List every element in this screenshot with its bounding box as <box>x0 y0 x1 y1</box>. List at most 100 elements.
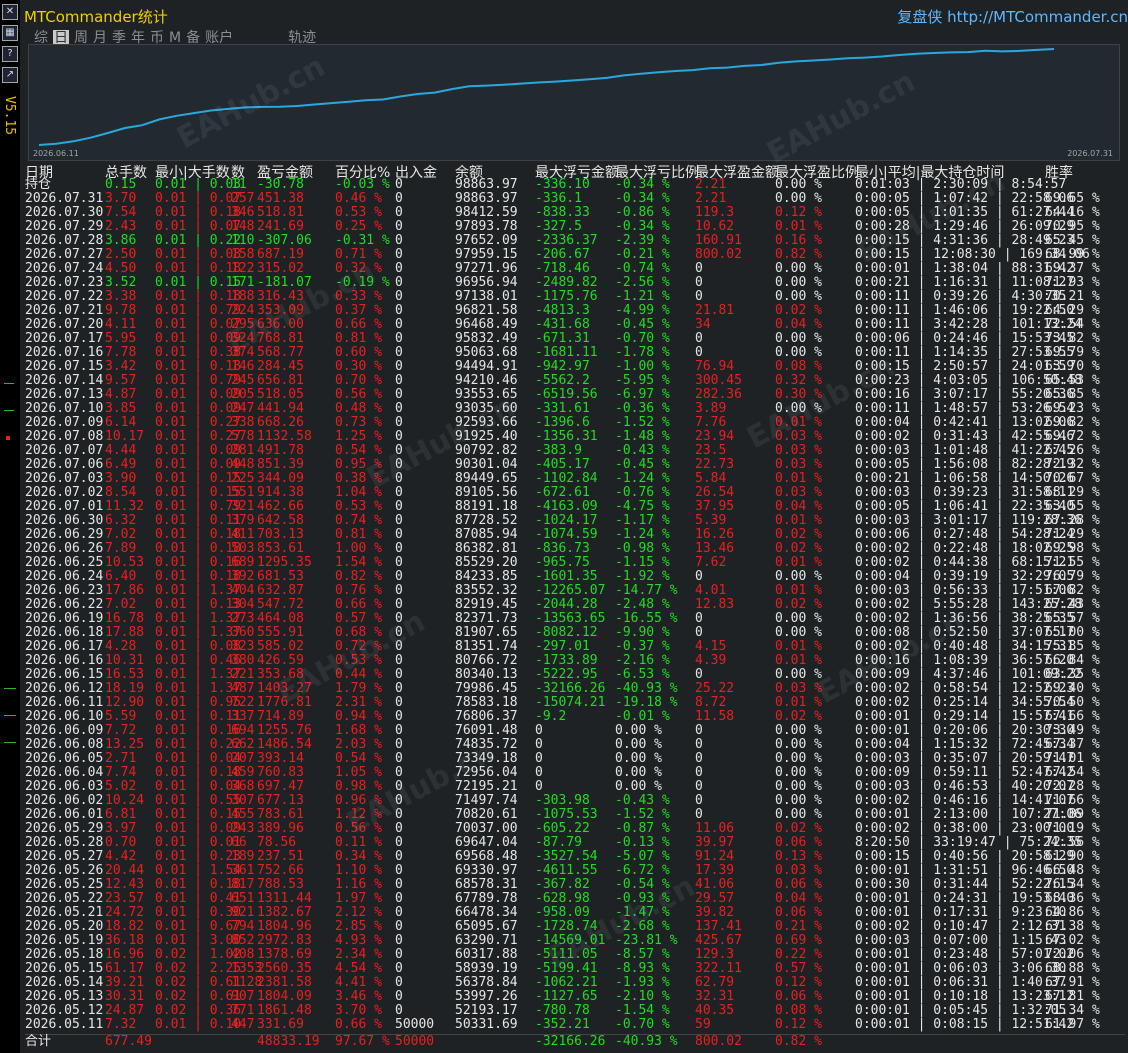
table-cell: 0.01 % <box>775 653 822 668</box>
table-cell: 0.01 | 0.07 <box>155 219 242 234</box>
table-cell: 0 <box>395 457 403 472</box>
table-cell: 1295.35 <box>257 555 312 570</box>
table-cell: 0 <box>395 401 403 416</box>
table-cell: 0.57 % <box>335 611 382 626</box>
table-cell: 1311.44 <box>257 891 312 906</box>
table-cell: 2972.83 <box>257 933 312 948</box>
table-row: 2026.07.03 3.90 0.01 | 0.15 225 344.09 0.38 %… <box>25 472 1125 486</box>
table-cell: 2026.05.27 <box>25 849 104 864</box>
table-cell: 0:00:21 | 1:16:31 | 11:08:27 <box>855 275 1075 290</box>
table-cell: 68.88 % <box>1045 961 1100 976</box>
table-cell: 95832.49 <box>455 331 518 346</box>
table-cell: -1396.6 <box>535 415 590 430</box>
table-cell: 0.00 % <box>775 331 822 346</box>
left-toolbar: ✕ ▦ ? ↗ V5.15 <box>0 0 20 1053</box>
table-cell: -0.98 % <box>615 541 670 556</box>
table-cell: 2026.06.24 <box>25 569 104 584</box>
table-cell: 2026.06.10 <box>25 709 104 724</box>
side-mark <box>4 688 16 689</box>
table-cell: 16.53 <box>105 667 145 682</box>
chart-icon[interactable]: ↗ <box>2 67 18 83</box>
table-cell: 0.71 % <box>335 247 382 262</box>
table-cell: -0.13 % <box>615 835 670 850</box>
table-cell: -0.54 % <box>615 877 670 892</box>
table-cell: 76.34 % <box>1045 877 1100 892</box>
table-cell: 11.06 <box>695 821 735 836</box>
table-cell: 0.01 | 0.18 <box>155 877 242 892</box>
table-cell: 84233.85 <box>455 569 518 584</box>
table-cell: 2026.06.25 <box>25 555 104 570</box>
table-cell: 2026.06.08 <box>25 737 104 752</box>
table-cell: -671.31 <box>535 331 590 346</box>
table-cell: -2044.28 <box>535 597 598 612</box>
table-cell: 0.02 % <box>775 527 822 542</box>
equity-series-line <box>38 48 1055 146</box>
table-cell: 67.28 % <box>1045 513 1100 528</box>
table-cell: 23.57 <box>105 891 145 906</box>
table-row: 2026.07.02 8.54 0.01 | 0.15 551 914.38 1.04 %… <box>25 486 1125 500</box>
side-mark <box>4 715 16 716</box>
table-cell: -14569.01 <box>535 933 606 948</box>
table-cell: 0 <box>395 793 403 808</box>
grid-icon[interactable]: ▦ <box>2 25 18 41</box>
table-cell: 8.72 <box>695 695 727 710</box>
table-cell: -405.17 <box>535 457 590 472</box>
table-cell: 97.67 % <box>335 1034 390 1049</box>
table-row: 2026.07.22 3.38 0.01 | 0.18 188 316.43 0.33 %… <box>25 290 1125 304</box>
table-cell: 315.02 <box>257 261 304 276</box>
table-cell: 1382.67 <box>257 905 312 920</box>
table-cell: 393.14 <box>257 751 304 766</box>
table-cell: -9.2 <box>535 709 567 724</box>
table-cell: 40.35 <box>695 1003 735 1018</box>
table-cell: 0.01 % <box>775 219 822 234</box>
table-cell: 2026.06.03 <box>25 779 104 794</box>
table-row: 2026.06.19 16.78 0.01 | 1.37 273 464.08 0.57 … <box>25 612 1125 626</box>
table-cell: 0 <box>395 205 403 220</box>
table-cell: 71.19 % <box>1045 821 1100 836</box>
close-icon[interactable]: ✕ <box>2 4 18 20</box>
table-row: 2026.07.21 9.78 0.01 | 0.79 224 353.09 0.37 %… <box>25 304 1125 318</box>
table-cell: 73.82 % <box>1045 331 1100 346</box>
table-cell: 2026.05.12 <box>25 1003 104 1018</box>
table-cell: -0.43 % <box>615 793 670 808</box>
table-row: 2026.07.01 11.32 0.01 | 0.79 321 462.66 0.53 … <box>25 500 1125 514</box>
table-cell: -1024.17 <box>535 513 598 528</box>
table-cell: 0.01 | 0.22 <box>155 233 242 248</box>
table-cell: 0.32 % <box>775 373 822 388</box>
table-cell: -8.57 % <box>615 947 670 962</box>
table-cell: -4.99 % <box>615 303 670 318</box>
table-cell: -336.10 <box>535 177 590 192</box>
table-cell: 404 <box>231 583 255 598</box>
table-cell: -0.70 % <box>615 331 670 346</box>
table-cell: 0 <box>395 947 403 962</box>
table-cell: 0.32 % <box>335 261 382 276</box>
table-cell: 0:00:01 | 0:29:14 | 15:57:41 <box>855 709 1075 724</box>
table-cell: -1062.21 <box>535 975 598 990</box>
table-cell: -1728.74 <box>535 919 598 934</box>
table-cell: -2.39 % <box>615 233 670 248</box>
table-cell: 0:00:02 | 1:36:56 | 38:25:35 <box>855 611 1075 626</box>
help-icon[interactable]: ? <box>2 46 18 62</box>
table-cell: 0:00:01 | 0:17:31 | 9:23:10 <box>855 905 1067 920</box>
table-cell: 0.66 % <box>335 317 382 332</box>
table-cell: 32.31 <box>695 989 735 1004</box>
table-cell: 632.87 <box>257 583 304 598</box>
table-cell: -605.22 <box>535 821 590 836</box>
table-cell: 72.28 % <box>1045 779 1100 794</box>
table-cell: 0 <box>395 345 403 360</box>
table-cell: 0:00:03 | 0:35:07 | 20:59:47 <box>855 751 1075 766</box>
table-row: 2026.06.24 6.40 0.01 | 0.18 392 681.53 0.82 %… <box>25 570 1125 584</box>
table-cell: 0 <box>395 989 403 1004</box>
table-cell: 96468.49 <box>455 317 518 332</box>
table-row: 2026.07.30 7.54 0.01 | 0.18 346 518.81 0.53 %… <box>25 206 1125 220</box>
table-cell: 0:00:02 | 0:46:16 | 14:41:07 <box>855 793 1075 808</box>
table-cell: -8082.12 <box>535 625 598 640</box>
table-cell: 65.00 % <box>1045 625 1100 640</box>
site-link[interactable]: 复盘侠 http://MTCommander.cn <box>897 6 1128 27</box>
table-cell: 547.72 <box>257 597 304 612</box>
table-cell: 0.06 % <box>775 905 822 920</box>
table-cell: 1486.54 <box>257 737 312 752</box>
version-label: V5.15 <box>2 96 17 136</box>
table-cell: 0 <box>695 345 703 360</box>
table-cell: 697.47 <box>257 779 304 794</box>
